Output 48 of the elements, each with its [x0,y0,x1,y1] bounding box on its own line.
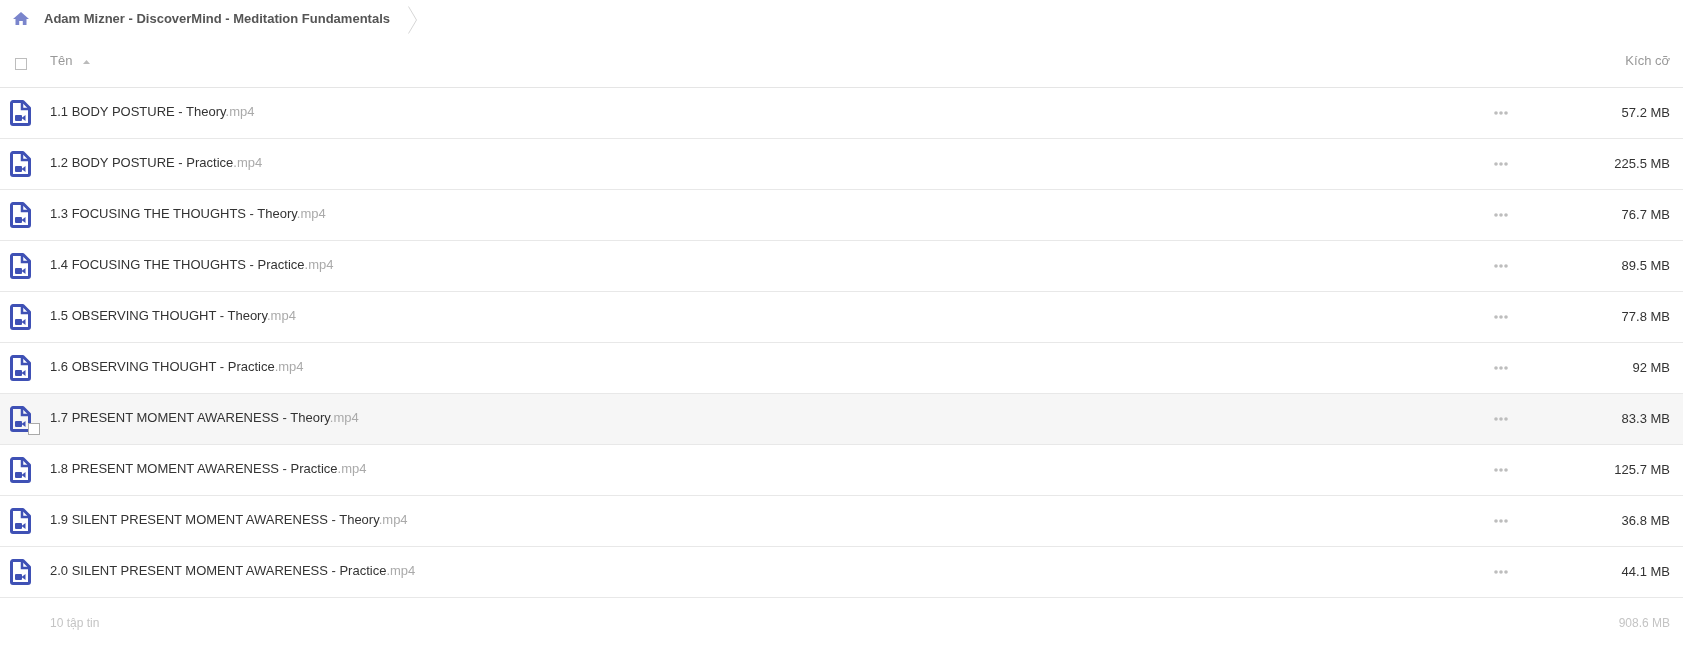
row-checkbox[interactable] [28,423,40,435]
file-size: 76.7 MB [1620,206,1671,225]
file-size: 57.2 MB [1620,104,1671,123]
ellipsis-icon [1494,264,1508,268]
video-file-icon [10,202,31,228]
file-name[interactable]: 1.1 BODY POSTURE - Theory.mp4 [50,102,255,122]
video-file-icon [10,100,31,126]
video-file-icon [10,253,31,279]
file-size: 92 MB [1631,359,1671,378]
file-row[interactable]: 1.7 PRESENT MOMENT AWARENESS - Theory.mp4 83.3 MB [0,394,1683,445]
file-size: 36.8 MB [1620,512,1671,531]
ellipsis-icon [1494,213,1508,217]
select-all-checkbox[interactable] [15,58,27,70]
ellipsis-icon [1494,468,1508,472]
file-size: 225.5 MB [1613,155,1671,174]
file-size: 125.7 MB [1613,461,1671,480]
video-file-icon [10,508,31,534]
breadcrumb-link[interactable]: Adam Mizner - DiscoverMind - Meditation Fundamentals [44,8,390,29]
file-name[interactable]: 1.8 PRESENT MOMENT AWARENESS - Practice.mp4 [50,459,367,479]
file-name[interactable]: 1.4 FOCUSING THE THOUGHTS - Practice.mp4 [50,255,334,275]
ellipsis-icon [1494,111,1508,115]
file-size: 89.5 MB [1620,257,1671,276]
video-file-icon [10,355,31,381]
ellipsis-icon [1494,162,1508,166]
video-file-icon [10,151,31,177]
file-size: 77.8 MB [1620,308,1671,327]
file-name[interactable]: 1.7 PRESENT MOMENT AWARENESS - Theory.mp4 [50,408,359,428]
ellipsis-icon [1494,315,1508,319]
ellipsis-icon [1494,570,1508,574]
file-name[interactable]: 1.9 SILENT PRESENT MOMENT AWARENESS - Theory.mp4 [50,510,408,530]
ellipsis-icon [1494,519,1508,523]
chevron-icon [408,5,417,34]
file-name[interactable]: 1.3 FOCUSING THE THOUGHTS - Theory.mp4 [50,204,326,224]
video-file-icon [10,406,31,432]
total-size: 908.6 MB [1618,615,1670,632]
file-size: 44.1 MB [1620,563,1671,582]
file-name[interactable]: 1.6 OBSERVING THOUGHT - Practice.mp4 [50,357,304,377]
file-size: 83.3 MB [1620,410,1671,429]
home-icon[interactable] [13,12,29,25]
video-file-icon [10,304,31,330]
video-file-icon [10,457,31,483]
ellipsis-icon [1494,366,1508,370]
file-count: 10 tập tin [50,615,101,632]
file-name[interactable]: 2.0 SILENT PRESENT MOMENT AWARENESS - Practice.mp4 [50,561,416,581]
video-file-icon [10,559,31,585]
file-name[interactable]: 1.2 BODY POSTURE - Practice.mp4 [50,153,263,173]
ellipsis-icon [1494,417,1508,421]
file-name[interactable]: 1.5 OBSERVING THOUGHT - Theory.mp4 [50,306,296,326]
